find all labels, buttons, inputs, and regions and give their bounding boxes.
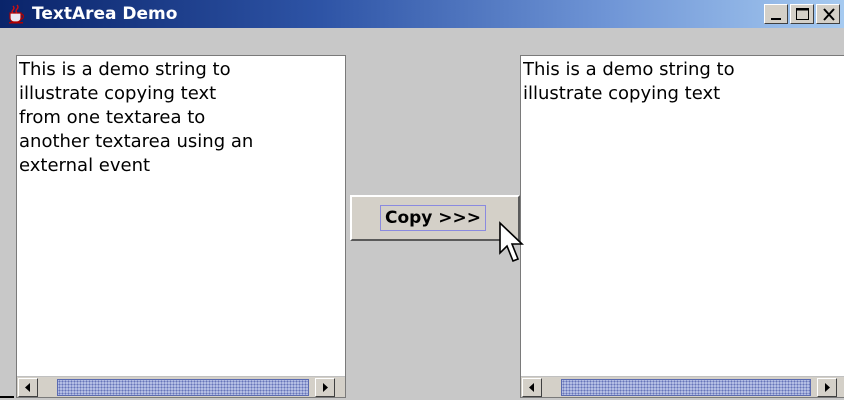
maximize-button[interactable] — [790, 4, 814, 24]
arrow-left-icon — [529, 383, 534, 392]
title-bar[interactable]: TextArea Demo — [0, 0, 844, 30]
right-horizontal-scrollbar[interactable] — [521, 376, 844, 397]
close-button[interactable] — [816, 4, 840, 24]
right-scroll-left-button[interactable] — [522, 378, 542, 397]
window-title: TextArea Demo — [32, 4, 178, 24]
maximize-icon — [796, 8, 809, 20]
close-icon — [823, 8, 835, 21]
right-text-pane: This is a demo string to illustrate copy… — [520, 55, 844, 398]
copy-button-label: Copy >>> — [380, 205, 486, 231]
copy-button[interactable]: Copy >>> — [350, 195, 520, 241]
right-scroll-right-button[interactable] — [817, 378, 837, 397]
edge-mark — [0, 396, 14, 398]
minimize-icon — [771, 18, 781, 20]
right-scroll-thumb[interactable] — [561, 379, 811, 396]
left-scroll-left-button[interactable] — [18, 378, 38, 397]
source-textarea[interactable]: This is a demo string to illustrate copy… — [19, 58, 343, 375]
minimize-button[interactable] — [764, 4, 788, 24]
arrow-left-icon — [25, 383, 30, 392]
java-coffee-icon — [9, 4, 25, 24]
left-text-pane: This is a demo string to illustrate copy… — [16, 55, 346, 398]
target-textarea[interactable]: This is a demo string to illustrate copy… — [523, 58, 842, 375]
left-horizontal-scrollbar[interactable] — [17, 376, 345, 397]
arrow-right-icon — [825, 383, 830, 392]
mouse-pointer-icon — [499, 221, 524, 263]
arrow-right-icon — [323, 383, 328, 392]
left-scroll-right-button[interactable] — [315, 378, 335, 397]
left-scroll-thumb[interactable] — [57, 379, 309, 396]
app-window: TextArea Demo This is a demo string to i… — [0, 0, 844, 400]
